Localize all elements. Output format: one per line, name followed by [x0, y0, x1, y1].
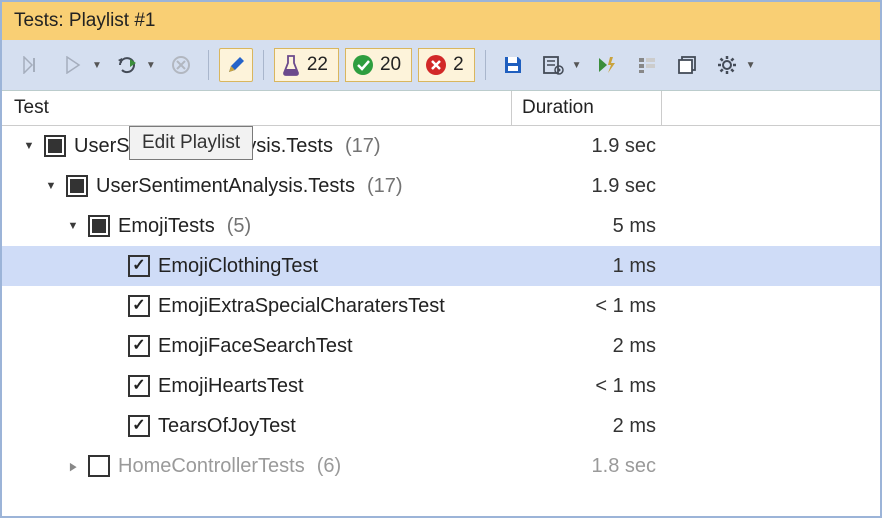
gear-dropdown-icon[interactable]: ▼ — [746, 60, 756, 71]
test-checkbox[interactable] — [128, 335, 150, 357]
test-row[interactable]: EmojiExtraSpecialCharatersTest < 1 ms — [2, 286, 880, 326]
test-name: TearsOfJoyTest — [158, 415, 296, 438]
failed-count: 2 — [453, 54, 464, 76]
test-name: EmojiClothingTest — [158, 255, 318, 278]
edit-playlist-button[interactable] — [219, 48, 253, 82]
expand-arrow-icon[interactable] — [66, 220, 80, 232]
test-checkbox[interactable] — [88, 215, 110, 237]
settings-list-button[interactable] — [536, 48, 570, 82]
test-checkbox[interactable] — [88, 455, 110, 477]
test-checkbox[interactable] — [66, 175, 88, 197]
test-checkbox[interactable] — [128, 295, 150, 317]
test-duration: < 1 ms — [512, 295, 664, 318]
test-duration: 1.9 sec — [512, 175, 664, 198]
test-checkbox[interactable] — [44, 135, 66, 157]
fail-icon — [425, 54, 447, 76]
test-row[interactable]: EmojiFaceSearchTest 2 ms — [2, 326, 880, 366]
run-button[interactable] — [56, 48, 90, 82]
failed-tests-chip[interactable]: 2 — [418, 48, 475, 82]
test-duration: 5 ms — [512, 215, 664, 238]
save-button[interactable] — [496, 48, 530, 82]
test-row[interactable]: UserSentimentAnalysis.Tests (17) 1.9 sec — [2, 166, 880, 206]
test-duration: < 1 ms — [512, 375, 664, 398]
test-tree: Edit Playlist UserSentimentAnalysis.Test… — [2, 126, 880, 486]
repeat-button[interactable] — [110, 48, 144, 82]
pass-icon — [352, 54, 374, 76]
test-name: EmojiHeartsTest — [158, 375, 304, 398]
test-checkbox[interactable] — [128, 415, 150, 437]
run-bolt-button[interactable] — [590, 48, 624, 82]
test-checkbox[interactable] — [128, 375, 150, 397]
test-name: EmojiTests — [118, 215, 215, 238]
windows-button[interactable] — [670, 48, 704, 82]
toolbar: ▼ ▼ 22 20 2 ▼ ▼ — [2, 40, 880, 91]
edit-playlist-tooltip: Edit Playlist — [129, 126, 253, 160]
test-checkbox[interactable] — [128, 255, 150, 277]
expand-arrow-icon[interactable] — [44, 180, 58, 192]
test-duration: 1 ms — [512, 255, 664, 278]
test-duration: 2 ms — [512, 415, 664, 438]
expand-arrow-icon[interactable] — [66, 460, 80, 473]
run-dropdown-icon[interactable]: ▼ — [92, 60, 102, 71]
test-row[interactable]: EmojiTests (5) 5 ms — [2, 206, 880, 246]
test-name: EmojiExtraSpecialCharatersTest — [158, 295, 445, 318]
beaker-icon — [281, 54, 301, 76]
test-row[interactable]: EmojiClothingTest 1 ms — [2, 246, 880, 286]
cancel-button[interactable] — [164, 48, 198, 82]
test-count: (5) — [227, 215, 251, 238]
test-name: HomeControllerTests — [118, 455, 305, 478]
column-headers: Test Duration — [2, 91, 880, 126]
test-row[interactable]: HomeControllerTests (6) 1.8 sec — [2, 446, 880, 486]
column-test[interactable]: Test — [2, 91, 512, 125]
window-title: Tests: Playlist #1 — [2, 2, 880, 40]
test-duration: 1.9 sec — [512, 135, 664, 158]
total-count: 22 — [307, 54, 328, 76]
passed-count: 20 — [380, 54, 401, 76]
run-all-button[interactable] — [16, 48, 50, 82]
test-duration: 2 ms — [512, 335, 664, 358]
expand-arrow-icon[interactable] — [22, 140, 36, 152]
test-name: UserSentimentAnalysis.Tests — [96, 175, 355, 198]
gear-button[interactable] — [710, 48, 744, 82]
test-count: (6) — [317, 455, 341, 478]
test-name: EmojiFaceSearchTest — [158, 335, 353, 358]
group-button[interactable] — [630, 48, 664, 82]
test-row[interactable]: TearsOfJoyTest 2 ms — [2, 406, 880, 446]
test-duration: 1.8 sec — [512, 455, 664, 478]
test-count: (17) — [345, 135, 381, 158]
test-row[interactable]: EmojiHeartsTest < 1 ms — [2, 366, 880, 406]
column-duration[interactable]: Duration — [512, 91, 662, 125]
repeat-dropdown-icon[interactable]: ▼ — [146, 60, 156, 71]
settings-list-dropdown-icon[interactable]: ▼ — [572, 60, 582, 71]
test-count: (17) — [367, 175, 403, 198]
passed-tests-chip[interactable]: 20 — [345, 48, 412, 82]
total-tests-chip[interactable]: 22 — [274, 48, 339, 82]
